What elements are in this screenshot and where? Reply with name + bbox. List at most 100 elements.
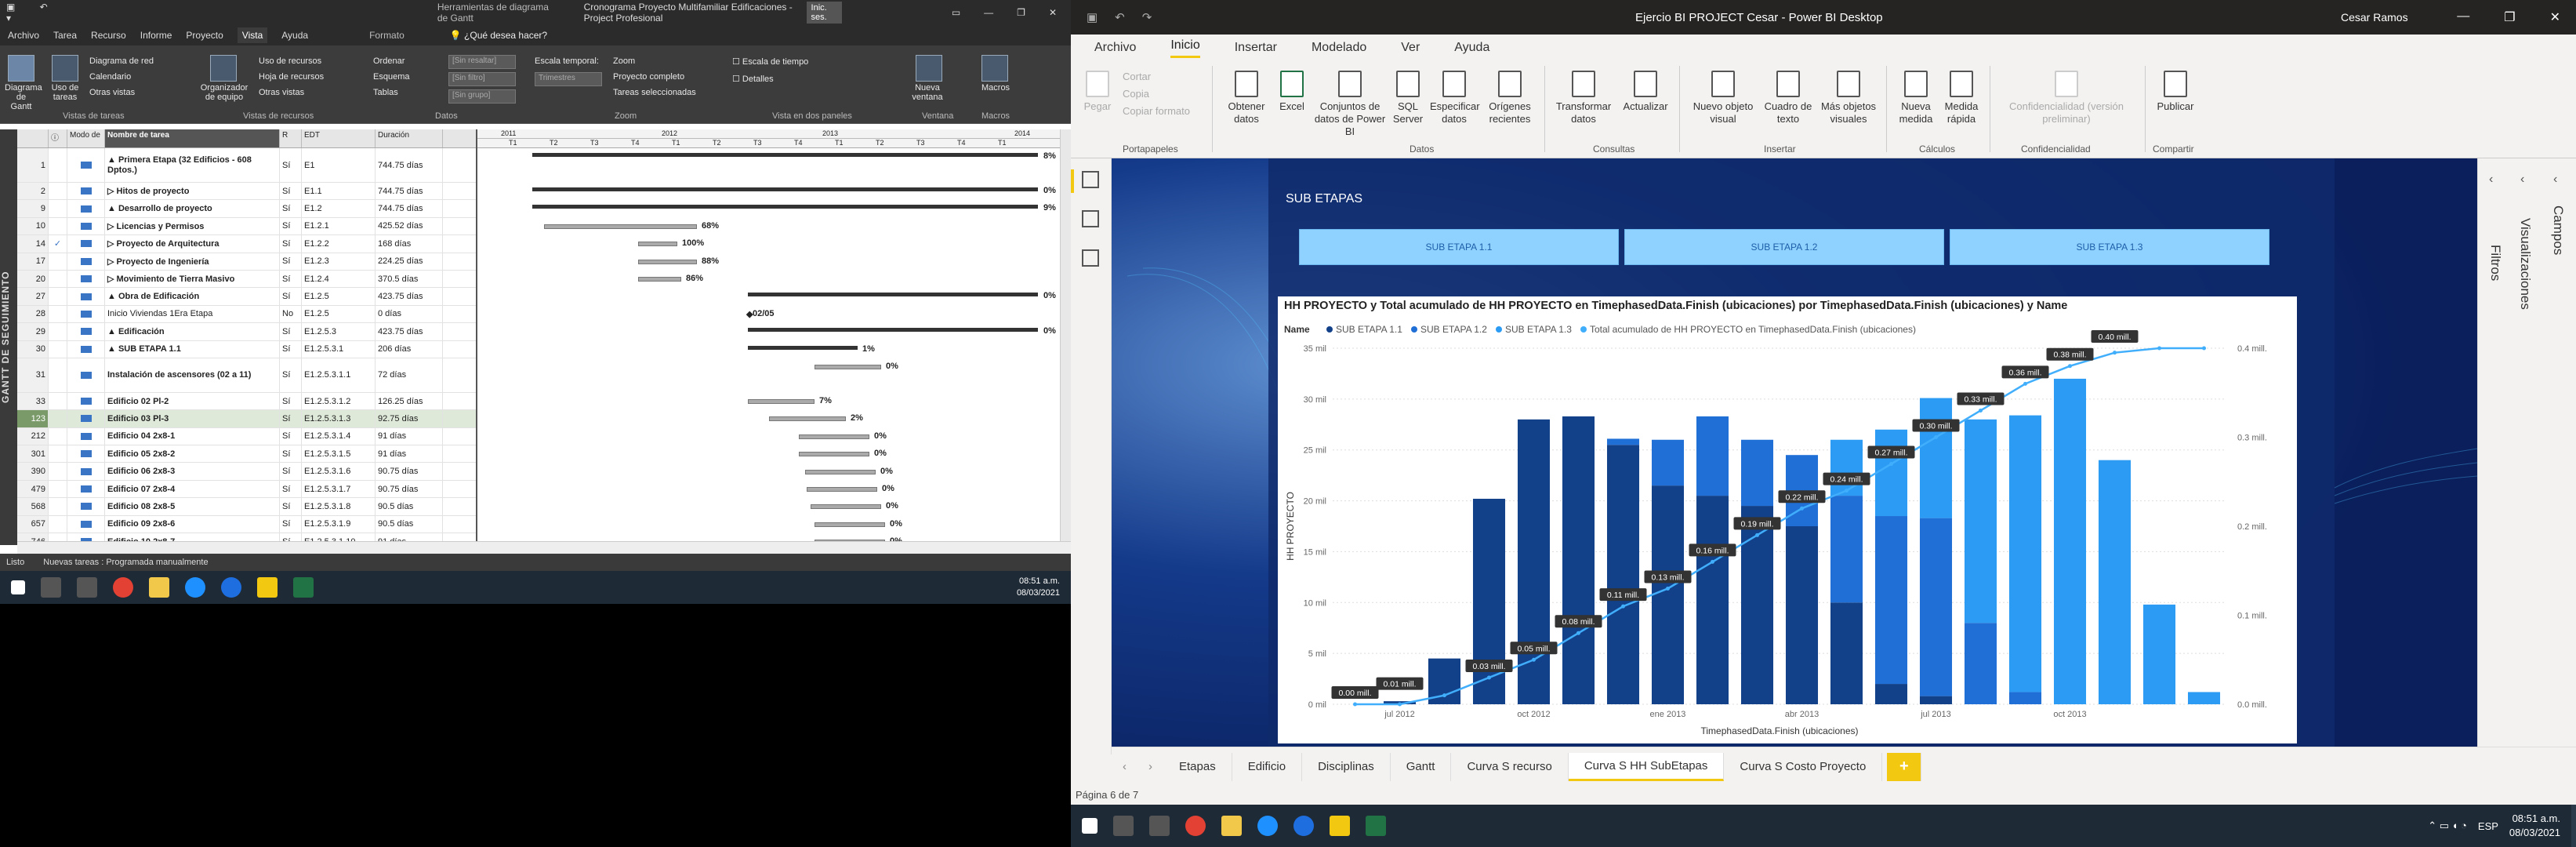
- task-bar[interactable]: [748, 399, 815, 404]
- task-bar[interactable]: [805, 469, 876, 474]
- task-bar[interactable]: [638, 277, 681, 282]
- task-usage-icon[interactable]: [52, 55, 78, 82]
- page-tab-gantt[interactable]: Gantt: [1391, 752, 1452, 781]
- vertical-scrollbar[interactable]: [1060, 129, 1071, 541]
- col-task-name[interactable]: Nombre de tarea: [105, 129, 280, 147]
- task-row[interactable]: 29 ▲ Edificación Sí E1.2.5.3 423.75 días: [17, 323, 476, 341]
- project-taskbar-icon[interactable]: [293, 577, 314, 598]
- pbi-datasets-button[interactable]: Conjuntos de datos de Power BI: [1314, 71, 1386, 138]
- task-row[interactable]: 33 Edificio 02 Pl-2 Sí E1.2.5.3.1.2 126.25 d…: [17, 392, 476, 411]
- maximize-icon[interactable]: ❐: [1017, 7, 1025, 18]
- calendar-button[interactable]: Calendario: [89, 72, 131, 82]
- chrome-icon[interactable]: [113, 577, 133, 598]
- pbi-minimize-icon[interactable]: —: [2457, 9, 2469, 25]
- report-view-icon[interactable]: [1082, 171, 1099, 188]
- summary-bar[interactable]: [748, 345, 858, 350]
- minimize-icon[interactable]: —: [984, 7, 993, 18]
- summary-bar[interactable]: [532, 187, 1038, 191]
- tab-ver[interactable]: Ver: [1401, 41, 1420, 55]
- excel-button[interactable]: Excel: [1276, 71, 1308, 113]
- quick-measure-button[interactable]: Medida rápida: [1939, 71, 1983, 125]
- paste-button[interactable]: Pegar: [1082, 71, 1113, 113]
- details-checkbox[interactable]: ☐ Detalles: [732, 74, 774, 84]
- tab-ayuda[interactable]: Ayuda: [1454, 41, 1489, 55]
- gantt-chart-icon[interactable]: [8, 55, 34, 82]
- group-select[interactable]: [Sin grupo]: [448, 89, 516, 104]
- ie-icon[interactable]: [221, 577, 241, 598]
- task-view-icon[interactable]: [1149, 816, 1170, 836]
- filter-select[interactable]: [Sin filtro]: [448, 72, 516, 86]
- pbi-close-icon[interactable]: ✕: [2550, 9, 2560, 25]
- task-row[interactable]: 27 ▲ Obra de Edificación Sí E1.2.5 423.75 dí…: [17, 288, 476, 306]
- task-bar[interactable]: [638, 242, 677, 247]
- macros-button[interactable]: Macros: [981, 83, 1010, 93]
- task-usage-button[interactable]: Uso de tareas: [49, 83, 82, 102]
- publish-button[interactable]: Publicar: [2151, 71, 2200, 113]
- task-row[interactable]: 390 Edificio 06 2x8-3 Sí E1.2.5.3.1.6 90.75 …: [17, 463, 476, 481]
- outline-button[interactable]: Esquema: [373, 72, 409, 82]
- task-row[interactable]: 10 ▷ Licencias y Permisos Sí E1.2.1 425.52 d…: [17, 217, 476, 236]
- timeline-checkbox[interactable]: ☐ Escala de tiempo: [732, 56, 808, 67]
- new-measure-button[interactable]: Nueva medida: [1894, 71, 1938, 125]
- task-row[interactable]: 301 Edificio 05 2x8-2 Sí E1.2.5.3.1.5 91 día…: [17, 445, 476, 463]
- powerbi-taskbar-icon[interactable]: [257, 577, 278, 598]
- tab-modelado[interactable]: Modelado: [1312, 41, 1366, 55]
- format-painter-button[interactable]: Copiar formato: [1123, 105, 1190, 118]
- task-row[interactable]: 28 Inicio Viviendas 1Era Etapa No E1.2.5 0 d…: [17, 305, 476, 324]
- task-row[interactable]: 14 ✓ ▷ Proyecto de Arquitectura Sí E1.2.2 168…: [17, 235, 476, 253]
- col-r[interactable]: R: [280, 129, 302, 147]
- team-planner-button[interactable]: Organizador de equipo: [196, 83, 252, 102]
- page-tab-curva-s-recurso[interactable]: Curva S recurso: [1451, 752, 1569, 781]
- sensitivity-button[interactable]: Confidencialidad (versión preliminar): [1996, 71, 2137, 125]
- task-row[interactable]: 9 ▲ Desarrollo de proyecto Sí E1.2 744.75 dí…: [17, 200, 476, 218]
- page-tab-edificio[interactable]: Edificio: [1232, 752, 1303, 781]
- menu-informe[interactable]: Informe: [140, 30, 172, 41]
- language-indicator[interactable]: ESP: [2478, 820, 2498, 832]
- task-row[interactable]: 657 Edificio 09 2x8-6 Sí E1.2.5.3.1.9 90.5 d…: [17, 515, 476, 534]
- col-info-icon[interactable]: ⓘ: [49, 129, 67, 147]
- task-bar[interactable]: [799, 434, 869, 439]
- fields-pane-tab[interactable]: Campos: [2550, 205, 2566, 255]
- menu-vista[interactable]: Vista: [237, 27, 268, 43]
- file-explorer-icon[interactable]: [1221, 816, 1242, 836]
- combo-chart-visual[interactable]: HH PROYECTO y Total acumulado de HH PROY…: [1278, 296, 2297, 743]
- timescale-select[interactable]: Trimestres: [535, 72, 602, 86]
- col-edt[interactable]: EDT: [302, 129, 376, 147]
- collapse-filters-icon[interactable]: ‹: [2489, 173, 2493, 187]
- col-id[interactable]: [17, 129, 49, 147]
- sql-server-button[interactable]: SQL Server: [1391, 71, 1425, 125]
- col-duration[interactable]: Duración: [376, 129, 443, 147]
- signin-button[interactable]: Inic. ses.: [806, 2, 842, 24]
- tab-insertar[interactable]: Insertar: [1235, 41, 1277, 55]
- task-row[interactable]: 568 Edificio 08 2x8-5 Sí E1.2.5.3.1.8 90.5 d…: [17, 498, 476, 516]
- model-view-icon[interactable]: [1082, 249, 1099, 267]
- gantt-view-button[interactable]: Diagrama de Gantt: [5, 83, 42, 111]
- tab-inicio[interactable]: Inicio: [1170, 38, 1200, 58]
- task-row[interactable]: 31 Instalación de ascensores (02 a 11) Sí E…: [17, 358, 476, 393]
- sort-button[interactable]: Ordenar: [373, 56, 405, 66]
- task-row[interactable]: 479 Edificio 07 2x8-4 Sí E1.2.5.3.1.7 90.75 …: [17, 480, 476, 499]
- task-row[interactable]: 123 Edificio 03 Pl-3 Sí E1.2.5.3.1.3 92.75 d…: [17, 410, 476, 428]
- task-bar[interactable]: [638, 259, 697, 264]
- zoom-button[interactable]: Zoom: [613, 56, 635, 66]
- task-row[interactable]: 1 ▲ Primera Etapa (32 Edificios - 608 Dpt…: [17, 148, 476, 183]
- other-views-button[interactable]: Otras vistas: [89, 88, 135, 97]
- page-tab-disciplinas[interactable]: Disciplinas: [1302, 752, 1391, 781]
- summary-bar[interactable]: [748, 293, 1038, 297]
- task-bar[interactable]: [799, 452, 869, 457]
- tables-button[interactable]: Tablas: [373, 88, 398, 97]
- other-views-2-button[interactable]: Otras vistas: [259, 88, 304, 97]
- tab-archivo[interactable]: Archivo: [1094, 41, 1136, 55]
- search-icon[interactable]: [1113, 816, 1134, 836]
- selected-tasks-button[interactable]: Tareas seleccionadas: [613, 88, 696, 97]
- safari-icon[interactable]: [1257, 816, 1278, 836]
- pbi-quick-icons[interactable]: ▣↶↷: [1087, 10, 1169, 24]
- prev-page-icon[interactable]: ‹: [1112, 753, 1137, 781]
- system-tray-icons[interactable]: ⌃ ▭ ◖ ◔: [2428, 820, 2467, 832]
- show-desktop-button[interactable]: [2571, 805, 2576, 847]
- page-tab-curva-s-hh-subetapas[interactable]: Curva S HH SubEtapas: [1568, 752, 1725, 781]
- col-mode[interactable]: Modo de: [67, 129, 105, 147]
- task-bar[interactable]: [769, 416, 846, 422]
- slicer-sub-etapa-1-3[interactable]: SUB ETAPA 1.3: [1950, 229, 2269, 265]
- highlight-select[interactable]: [Sin resaltar]: [448, 55, 516, 69]
